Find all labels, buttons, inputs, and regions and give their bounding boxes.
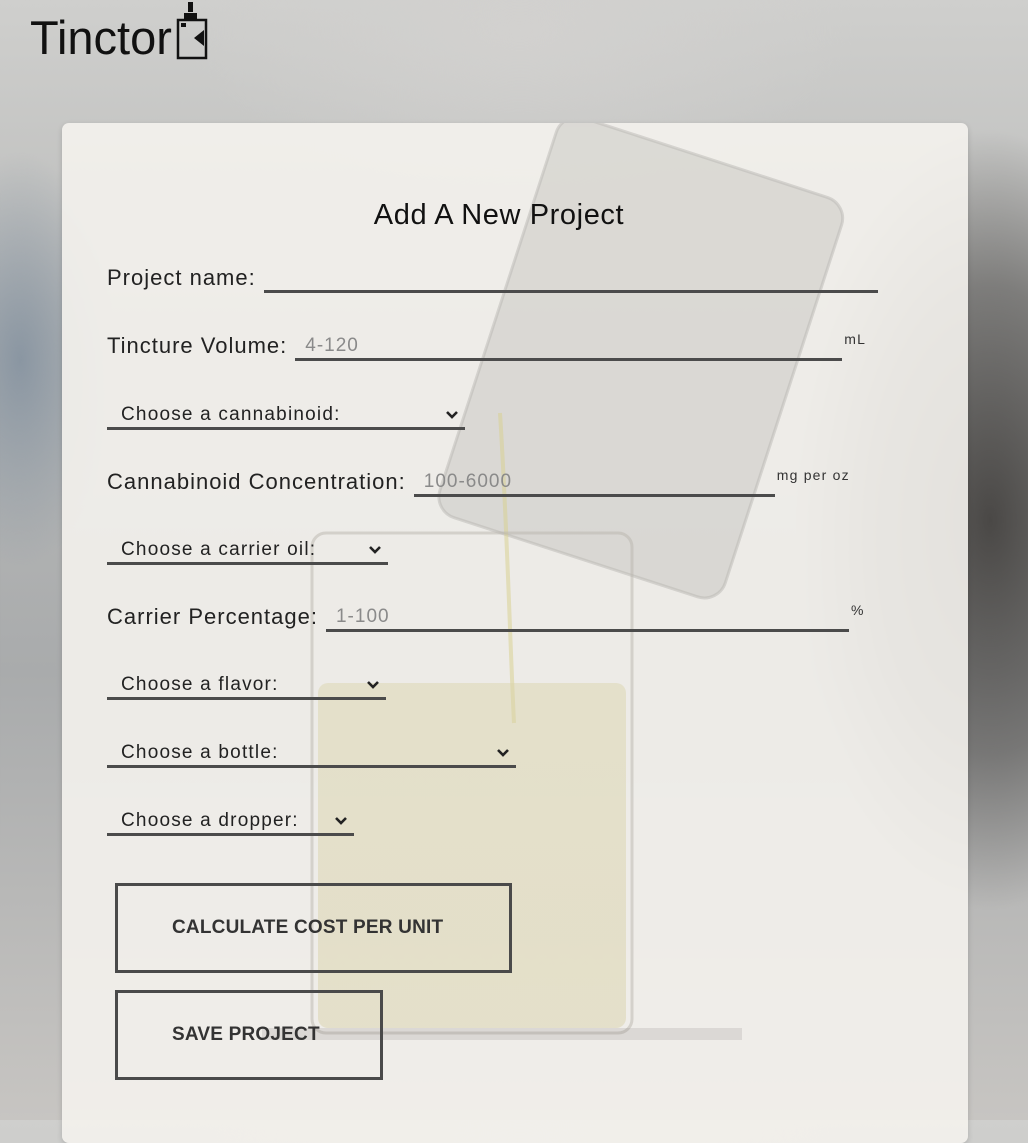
cannabinoid-concentration-label: Cannabinoid Concentration: <box>107 469 406 494</box>
project-name-input[interactable] <box>263 265 878 293</box>
tincture-volume-row: Tincture Volume: mL <box>107 331 867 361</box>
carrier-percentage-input[interactable] <box>325 604 849 632</box>
project-name-row: Project name: <box>107 265 878 293</box>
cannabinoid-concentration-row: Cannabinoid Concentration: mg per oz <box>107 467 850 497</box>
bottle-select-value: Choose a bottle: <box>121 741 279 763</box>
chevron-down-icon <box>335 816 347 825</box>
project-name-label: Project name: <box>107 265 256 290</box>
carrier-oil-select[interactable]: Choose a carrier oil: <box>107 537 388 565</box>
cannabinoid-concentration-unit: mg per oz <box>776 467 850 483</box>
project-form-card: Add A New Project Project name: Tincture… <box>62 123 968 1143</box>
dropper-select[interactable]: Choose a dropper: <box>107 808 354 836</box>
save-project-button[interactable]: SAVE PROJECT <box>115 990 383 1080</box>
logo-text: Tinctor <box>30 11 172 64</box>
cannabinoid-select-value: Choose a cannabinoid: <box>121 403 341 425</box>
flavor-select[interactable]: Choose a flavor: <box>107 672 386 700</box>
chevron-down-icon <box>446 410 458 419</box>
app-logo[interactable]: Tinctor <box>30 2 210 68</box>
dropper-bottle-icon <box>176 2 208 60</box>
cannabinoid-concentration-input[interactable] <box>413 469 775 497</box>
cannabinoid-select[interactable]: Choose a cannabinoid: <box>107 402 465 430</box>
page-title: Add A New Project <box>373 199 625 231</box>
tincture-volume-unit: mL <box>844 331 867 347</box>
carrier-percentage-label: Carrier Percentage: <box>107 604 318 629</box>
dropper-select-value: Choose a dropper: <box>121 809 299 831</box>
calculate-cost-button[interactable]: CALCULATE COST PER UNIT <box>115 883 512 973</box>
chevron-down-icon <box>369 545 381 554</box>
tincture-volume-label: Tincture Volume: <box>107 333 288 358</box>
flavor-select-value: Choose a flavor: <box>121 673 279 695</box>
carrier-oil-select-value: Choose a carrier oil: <box>121 538 317 560</box>
tincture-volume-input[interactable] <box>295 333 843 361</box>
carrier-percentage-row: Carrier Percentage: % <box>107 602 865 632</box>
bottle-select[interactable]: Choose a bottle: <box>107 740 516 768</box>
chevron-down-icon <box>367 680 379 689</box>
chevron-down-icon <box>497 748 509 757</box>
carrier-percentage-unit: % <box>850 602 865 618</box>
